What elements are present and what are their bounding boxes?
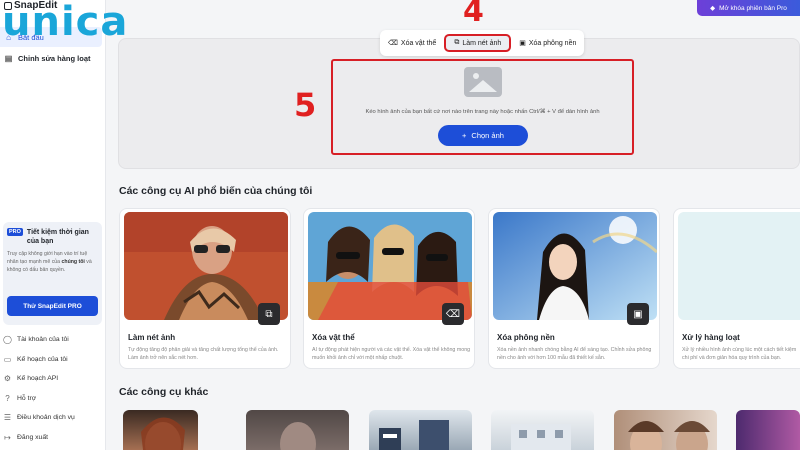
card-title: Làm nét ảnh	[128, 333, 176, 342]
tool-card-enhance[interactable]: ⧉ Làm nét ảnh Tự động tăng độ phân giải …	[119, 208, 291, 369]
other-tool-thumbnail[interactable]	[123, 410, 198, 450]
promo-text: Truy cập không giới hạn vào trí tuệ nhân…	[7, 251, 92, 273]
drop-instructions: Kéo hình ảnh của bạn bất cứ nơi nào trên…	[365, 109, 600, 115]
background-icon: ▣	[519, 40, 526, 47]
drop-zone[interactable]: Kéo hình ảnh của bạn bất cứ nơi nào trên…	[331, 59, 634, 155]
sidebar-item-support[interactable]: ? Hỗ trợ	[0, 389, 106, 409]
logout-icon: ↦	[4, 432, 11, 442]
enhance-icon: ⧉	[258, 303, 280, 325]
logo-area: unica SnapEdit	[0, 0, 130, 42]
account-nav: ◯ Tài khoản của tôi ▭ Kế hoạch của tôi ⚙ Kế…	[0, 330, 106, 447]
sidebar-item-terms[interactable]: ☰ Điều khoản dịch vụ	[0, 408, 106, 428]
card-description: Tự động tăng độ phân giải và tăng chất l…	[128, 347, 279, 361]
snapedit-logo[interactable]: SnapEdit	[4, 0, 57, 11]
try-pro-button[interactable]: Thử SnapEdit PRO	[7, 296, 98, 316]
tool-tabs: ⌫ Xóa vật thể ⧉ Làm nét ảnh ▣ Xóa phông nền	[380, 30, 585, 56]
popular-tools-heading: Các công cụ AI phổ biến của chúng tôi	[119, 185, 313, 197]
annotation-step-5: 5	[294, 86, 317, 124]
document-icon: ☰	[3, 413, 12, 423]
tab-enhance-photo[interactable]: ⧉ Làm nét ảnh	[444, 34, 512, 52]
help-icon: ?	[5, 393, 10, 403]
card-description: AI tự động phát hiện người và các vật th…	[312, 347, 471, 361]
sidebar-item-label: Chỉnh sửa hàng loạt	[18, 53, 91, 63]
eraser-icon: ⌫	[442, 303, 464, 325]
pro-promo-card: PRO Tiết kiệm thời gian của bạn Truy cập…	[3, 222, 102, 325]
card-description: Xóa nền ảnh nhanh chóng bằng AI để sáng …	[497, 347, 652, 361]
user-icon: ◯	[3, 335, 12, 345]
sidebar-item-logout[interactable]: ↦ Đăng xuất	[0, 428, 106, 448]
logo-icon	[4, 1, 12, 10]
layers-icon: ▤	[4, 53, 13, 63]
eraser-icon: ⌫	[388, 40, 398, 47]
other-tool-thumbnail[interactable]	[246, 410, 349, 450]
plus-icon: +	[462, 131, 467, 140]
card-title: Xử lý hàng loạt	[682, 333, 740, 342]
sidebar-item-my-plan[interactable]: ▭ Kế hoạch của tôi	[0, 350, 106, 370]
card-description: Xử lý nhiều hình ảnh cùng lúc một cách t…	[682, 347, 797, 361]
card-title: Xóa phông nền	[497, 333, 555, 342]
api-icon: ⚙	[3, 374, 12, 384]
sidebar: ⌂ Bắt đầu ▤ Chỉnh sửa hàng loạt PRO Tiết…	[0, 0, 106, 450]
choose-image-button[interactable]: + Chọn ảnh	[438, 125, 528, 146]
diamond-icon: ◆	[710, 5, 716, 12]
other-tool-thumbnail[interactable]	[491, 410, 594, 450]
image-placeholder-icon	[464, 67, 502, 97]
other-tool-thumbnail[interactable]	[614, 410, 717, 450]
tool-card-remove-object[interactable]: ⌫ Xóa vật thể AI tự động phát hiện người…	[303, 208, 475, 369]
pro-badge: PRO	[7, 228, 23, 236]
annotation-step-4: 4	[463, 0, 484, 29]
sidebar-item-api-plan[interactable]: ⚙ Kế hoạch API	[0, 369, 106, 389]
other-tools-heading: Các công cụ khác	[119, 386, 209, 398]
card-title: Xóa vật thể	[312, 333, 355, 342]
unlock-pro-button[interactable]: ◆ Mở khóa phiên bản Pro	[697, 0, 800, 16]
sidebar-item-my-account[interactable]: ◯ Tài khoản của tôi	[0, 330, 106, 350]
plan-icon: ▭	[3, 354, 12, 364]
other-tool-thumbnail[interactable]	[369, 410, 472, 450]
tool-card-remove-background[interactable]: ▣ Xóa phông nền Xóa nền ảnh nhanh chóng …	[488, 208, 660, 369]
sidebar-item-batch-edit[interactable]: ▤ Chỉnh sửa hàng loạt	[0, 48, 102, 68]
promo-title: Tiết kiệm thời gian của bạn	[26, 229, 89, 245]
background-icon: ▣	[627, 303, 649, 325]
batch-sample-image	[678, 212, 800, 320]
other-tool-thumbnail[interactable]	[736, 410, 800, 450]
tab-remove-background[interactable]: ▣ Xóa phông nền	[515, 36, 580, 50]
enhance-icon: ⧉	[454, 39, 460, 46]
tool-card-batch[interactable]: Xử lý hàng loạt Xử lý nhiều hình ảnh cùn…	[673, 208, 800, 369]
tab-remove-object[interactable]: ⌫ Xóa vật thể	[384, 36, 440, 50]
